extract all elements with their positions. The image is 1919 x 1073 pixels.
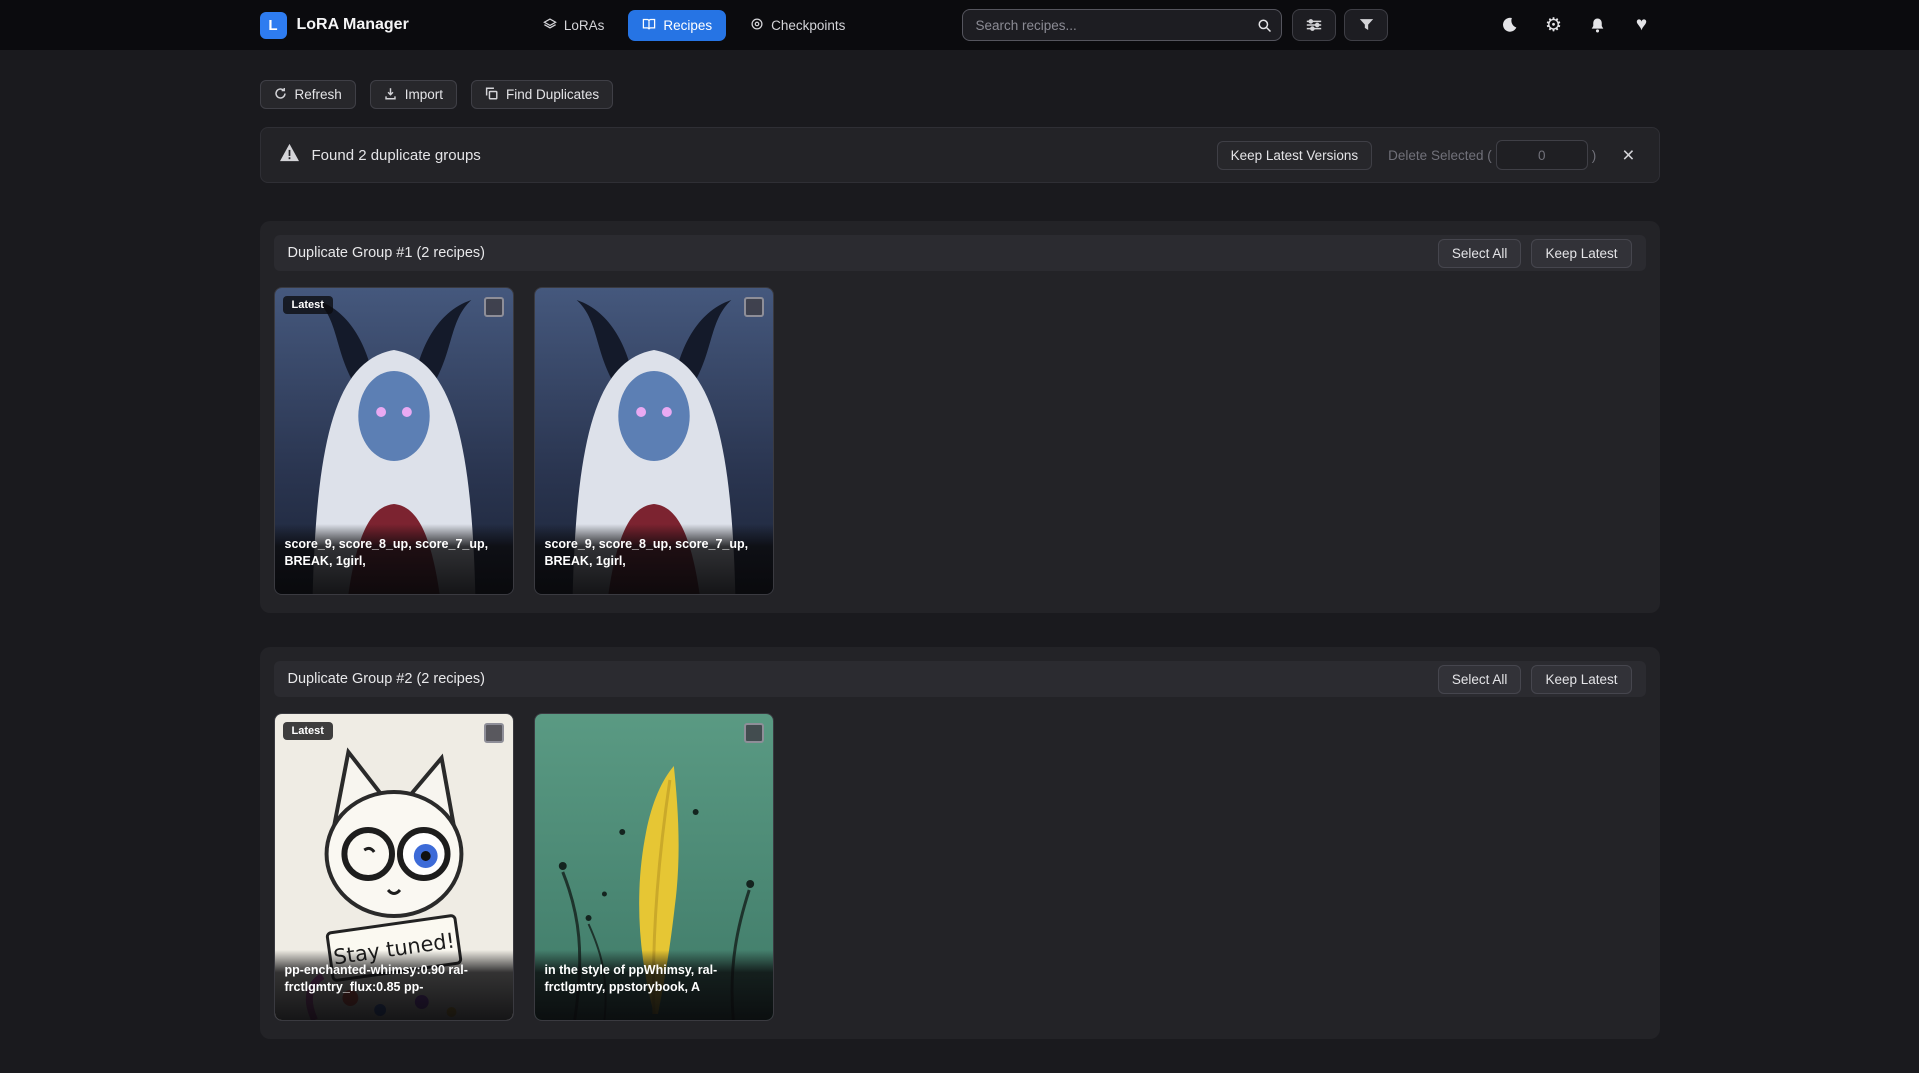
nav-tabs: LoRAs Recipes Checkpoints — [529, 10, 860, 41]
card-checkbox[interactable] — [484, 297, 504, 317]
toolbar: Refresh Import Find Duplicates — [260, 80, 1660, 109]
card-checkbox[interactable] — [484, 723, 504, 743]
card-checkbox[interactable] — [744, 723, 764, 743]
duplicate-group-1: Duplicate Group #1 (2 recipes) Select Al… — [260, 221, 1660, 613]
cards-row: Stay tuned! Latest pp-enchanted-whimsy:0… — [274, 697, 1646, 1025]
sliders-icon[interactable] — [1292, 9, 1336, 41]
keep-latest-button[interactable]: Keep Latest — [1531, 239, 1631, 268]
theme-toggle-moon-icon[interactable] — [1491, 7, 1527, 43]
tab-recipes[interactable]: Recipes — [628, 10, 726, 41]
app-logo-icon: L — [260, 12, 287, 39]
layers-icon — [543, 17, 557, 34]
group-header: Duplicate Group #2 (2 recipes) Select Al… — [274, 661, 1646, 697]
nav-icon-group: ⚙ ♥ — [1491, 7, 1659, 43]
search-icon[interactable] — [1248, 11, 1280, 39]
latest-badge: Latest — [283, 722, 333, 740]
keep-latest-button[interactable]: Keep Latest — [1531, 665, 1631, 694]
duplicate-group-2: Duplicate Group #2 (2 recipes) Select Al… — [260, 647, 1660, 1039]
card-checkbox[interactable] — [744, 297, 764, 317]
navbar: L LoRA Manager LoRAs Recipes Checkpoints — [0, 0, 1919, 50]
delete-selected-label: Delete Selected ( — [1388, 148, 1492, 163]
main-content: Refresh Import Find Duplicates Found 2 d… — [260, 50, 1660, 1039]
nav-filter-buttons — [1292, 9, 1388, 41]
group-title: Duplicate Group #2 (2 recipes) — [288, 671, 485, 687]
latest-badge: Latest — [283, 296, 333, 314]
search-input[interactable] — [962, 9, 1282, 41]
recipe-caption: pp-enchanted-whimsy:0.90 ral-frctlgmtry_… — [275, 950, 513, 1020]
recipe-card[interactable]: in the style of ppWhimsy, ral-frctlgmtry… — [534, 713, 774, 1021]
tab-label: Checkpoints — [771, 18, 845, 33]
refresh-button[interactable]: Refresh — [260, 80, 356, 109]
tab-label: Recipes — [663, 18, 712, 33]
flag-icon — [750, 17, 764, 34]
book-icon — [642, 17, 656, 34]
group-header: Duplicate Group #1 (2 recipes) Select Al… — [274, 235, 1646, 271]
select-all-button[interactable]: Select All — [1438, 239, 1522, 268]
recipe-caption: score_9, score_8_up, score_7_up, BREAK, … — [535, 524, 773, 594]
banner-close-icon[interactable]: × — [1616, 141, 1640, 170]
delete-selected-label-suffix: ) — [1592, 148, 1597, 163]
duplicates-icon — [485, 87, 498, 103]
settings-gear-icon[interactable]: ⚙ — [1535, 7, 1571, 43]
recipe-caption: in the style of ppWhimsy, ral-frctlgmtry… — [535, 950, 773, 1020]
funnel-icon[interactable] — [1344, 9, 1388, 41]
tab-label: LoRAs — [564, 18, 605, 33]
tab-checkpoints[interactable]: Checkpoints — [736, 10, 859, 41]
recipe-card[interactable]: Stay tuned! Latest pp-enchanted-whimsy:0… — [274, 713, 514, 1021]
tab-loras[interactable]: LoRAs — [529, 10, 619, 41]
refresh-icon — [274, 87, 287, 103]
warning-icon — [279, 143, 300, 167]
group-title: Duplicate Group #1 (2 recipes) — [288, 245, 485, 261]
brand: L LoRA Manager — [260, 12, 409, 39]
delete-count-input[interactable] — [1496, 140, 1588, 170]
recipe-card[interactable]: score_9, score_8_up, score_7_up, BREAK, … — [534, 287, 774, 595]
banner-message: Found 2 duplicate groups — [312, 147, 481, 164]
notifications-bell-icon[interactable] — [1579, 7, 1615, 43]
app-title: LoRA Manager — [297, 16, 409, 34]
import-button[interactable]: Import — [370, 80, 457, 109]
import-icon — [384, 87, 397, 103]
select-all-button[interactable]: Select All — [1438, 665, 1522, 694]
recipe-card[interactable]: Latest score_9, score_8_up, score_7_up, … — [274, 287, 514, 595]
favorites-heart-icon[interactable]: ♥ — [1623, 7, 1659, 43]
keep-latest-versions-button[interactable]: Keep Latest Versions — [1217, 141, 1373, 170]
recipe-caption: score_9, score_8_up, score_7_up, BREAK, … — [275, 524, 513, 594]
delete-selected-control: Delete Selected ( ) — [1388, 140, 1596, 170]
find-duplicates-button[interactable]: Find Duplicates — [471, 80, 613, 109]
cards-row: Latest score_9, score_8_up, score_7_up, … — [274, 271, 1646, 599]
search-box — [962, 9, 1282, 41]
duplicates-banner: Found 2 duplicate groups Keep Latest Ver… — [260, 127, 1660, 183]
